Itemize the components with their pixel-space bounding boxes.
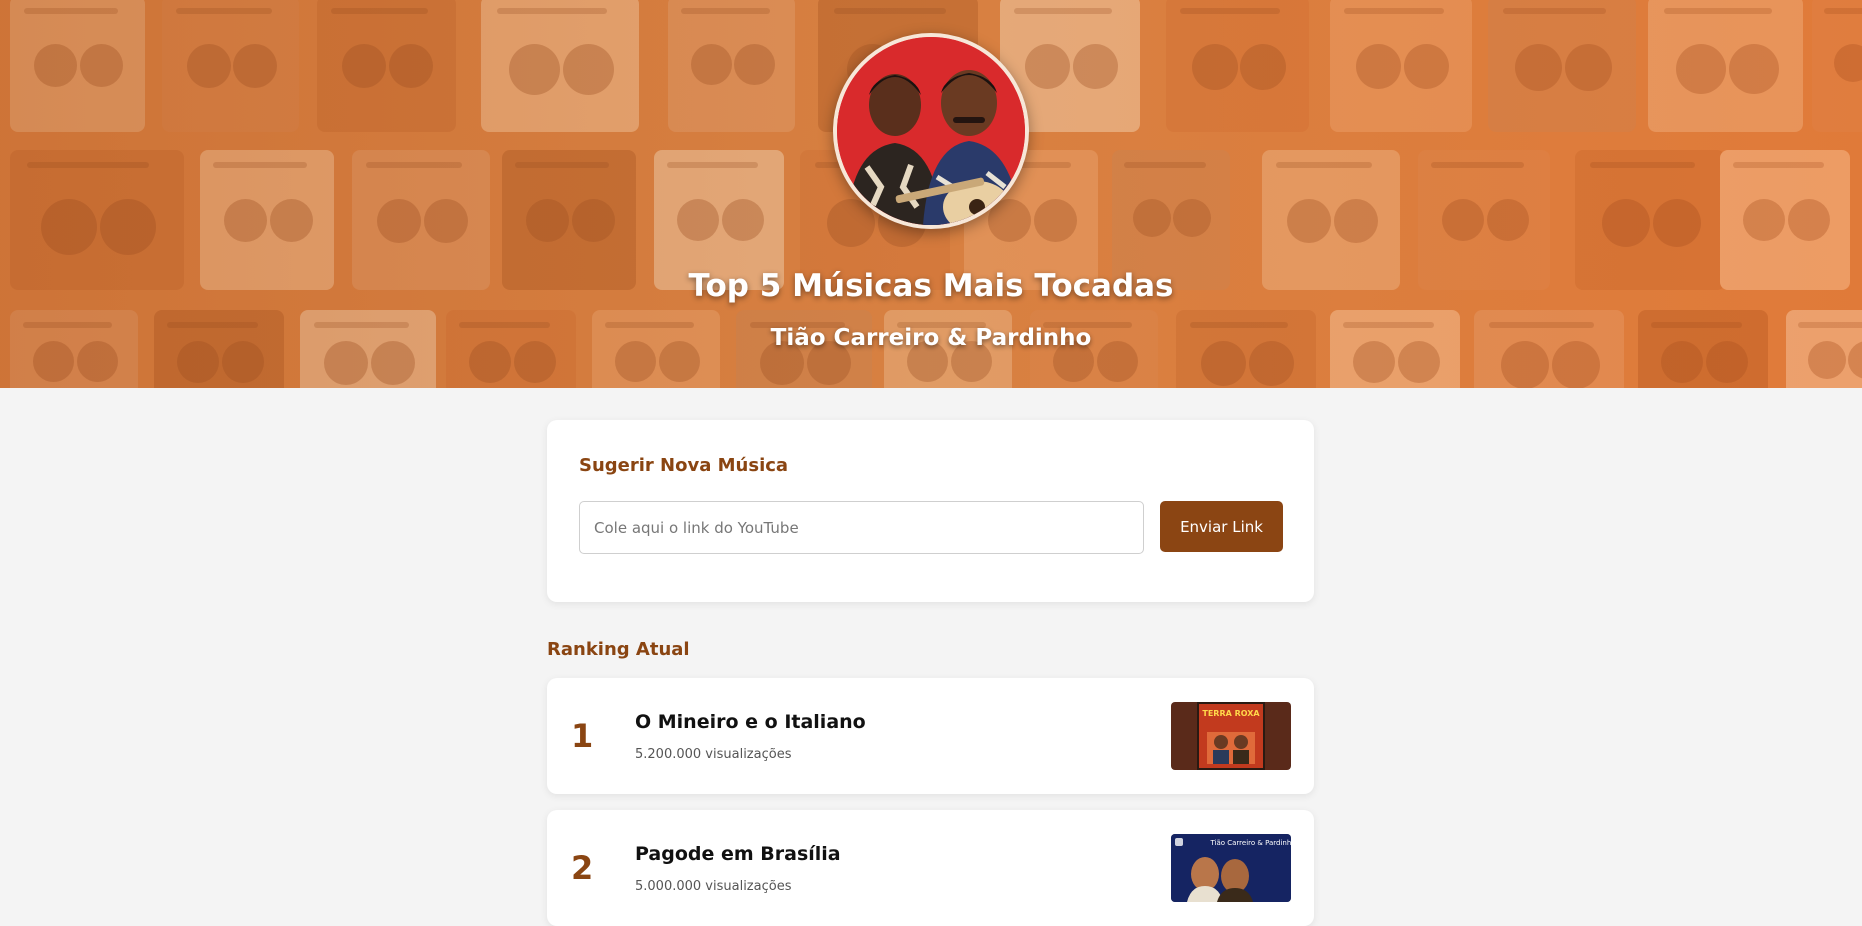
send-link-button[interactable]: Enviar Link xyxy=(1160,501,1283,552)
suggest-heading: Sugerir Nova Música xyxy=(579,455,789,476)
album-thumbnail-image: Tião Carreiro & Pardinho xyxy=(1171,834,1291,902)
artist-avatar xyxy=(833,33,1029,229)
rank-number: 2 xyxy=(571,849,594,887)
song-title: Pagode em Brasília xyxy=(635,843,841,865)
thumbnail-title: TERRA ROXA xyxy=(1202,709,1260,718)
suggest-song-card: Sugerir Nova Música Enviar Link xyxy=(547,420,1314,602)
ranking-item[interactable]: 2 Pagode em Brasília 5.000.000 visualiza… xyxy=(547,810,1314,926)
album-thumbnail-image: TERRA ROXA xyxy=(1171,702,1291,770)
video-thumbnail[interactable]: Tião Carreiro & Pardinho xyxy=(1171,834,1291,902)
hero-banner: Top 5 Músicas Mais Tocadas Tião Carreiro… xyxy=(0,0,1862,388)
page-title: Top 5 Músicas Mais Tocadas xyxy=(688,268,1174,304)
youtube-link-input[interactable] xyxy=(579,501,1144,554)
rank-number: 1 xyxy=(571,717,594,755)
song-title: O Mineiro e o Italiano xyxy=(635,711,866,733)
thumbnail-title: Tião Carreiro & Pardinho xyxy=(1209,839,1291,847)
video-thumbnail[interactable]: TERRA ROXA xyxy=(1171,702,1291,770)
ranking-item[interactable]: 1 O Mineiro e o Italiano 5.200.000 visua… xyxy=(547,678,1314,794)
view-count: 5.200.000 visualizações xyxy=(635,747,792,762)
ranking-heading: Ranking Atual xyxy=(547,639,690,660)
artist-name: Tião Carreiro & Pardinho xyxy=(770,325,1092,351)
artist-photo xyxy=(837,37,1025,225)
view-count: 5.000.000 visualizações xyxy=(635,879,792,894)
